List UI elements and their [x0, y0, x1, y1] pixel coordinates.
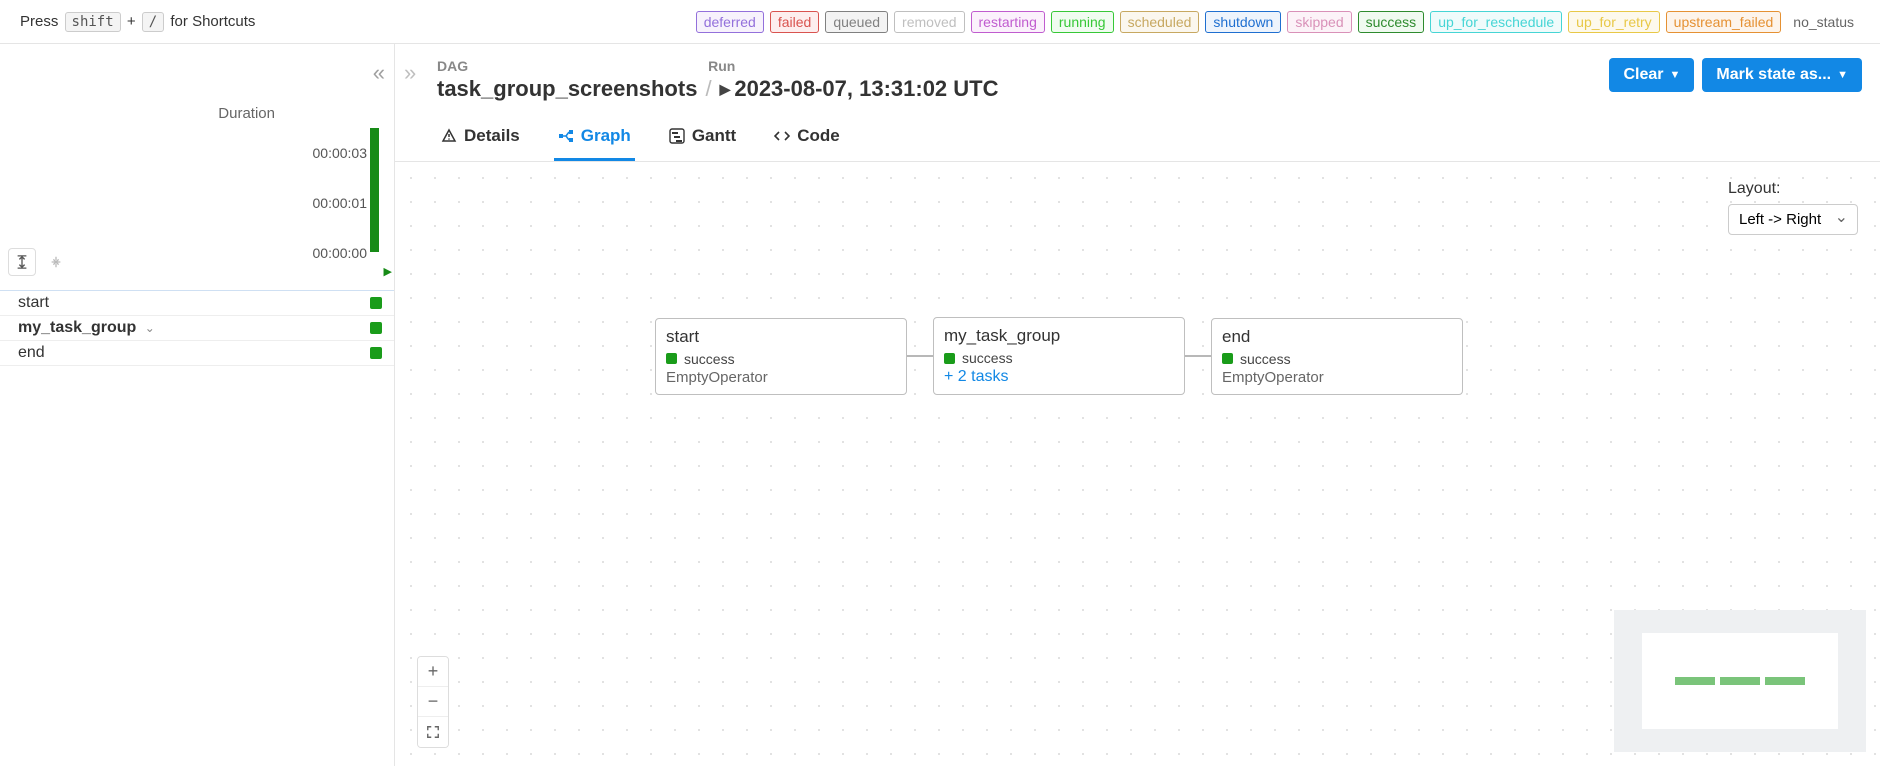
run-caret-icon[interactable]: ▶: [384, 265, 392, 278]
task-name: start: [18, 294, 49, 312]
node-title: start: [666, 327, 896, 347]
run-time[interactable]: 2023-08-07, 13:31:02 UTC: [734, 76, 998, 102]
tab-label: Details: [464, 126, 520, 146]
tab-label: Gantt: [692, 126, 736, 146]
legend-running[interactable]: running: [1051, 11, 1114, 33]
legend-no-status: no_status: [1787, 12, 1860, 32]
status-square-icon: [370, 347, 382, 359]
for-shortcuts-text: for Shortcuts: [170, 13, 255, 30]
view-tabs: Details Graph Gantt Code: [395, 102, 1880, 162]
caret-down-icon: ▼: [1837, 69, 1848, 81]
task-row-end[interactable]: end: [0, 341, 394, 366]
tick-2: 00:00:00: [313, 245, 368, 261]
node-status: success: [1240, 351, 1291, 367]
fullscreen-icon: [426, 725, 440, 739]
warning-triangle-icon: [441, 128, 457, 144]
expand-height-button[interactable]: [8, 248, 36, 276]
node-status: success: [962, 350, 1013, 366]
tab-details[interactable]: Details: [437, 120, 524, 161]
node-title: end: [1222, 327, 1452, 347]
zoom-out-button[interactable]: −: [418, 687, 448, 717]
breadcrumb-sep: /: [705, 76, 711, 102]
gantt-icon: [669, 128, 685, 144]
status-square-icon: [944, 353, 955, 364]
tick-0: 00:00:03: [313, 145, 368, 161]
dag-name[interactable]: task_group_screenshots: [437, 76, 697, 102]
task-name: end: [18, 344, 45, 362]
tab-graph[interactable]: Graph: [554, 120, 635, 161]
fit-screen-button[interactable]: [418, 717, 448, 747]
chevron-down-icon: ⌄: [145, 321, 155, 335]
clear-label: Clear: [1623, 66, 1663, 84]
duration-title: Duration: [0, 105, 379, 122]
zoom-controls: + −: [417, 656, 449, 748]
legend-restarting[interactable]: restarting: [971, 11, 1045, 33]
node-end[interactable]: end success EmptyOperator: [1211, 318, 1463, 395]
duration-bar[interactable]: [370, 128, 379, 252]
node-my-task-group[interactable]: my_task_group success + 2 tasks: [933, 317, 1185, 395]
status-square-icon: [370, 297, 382, 309]
kbd-shift: shift: [65, 12, 121, 32]
task-row-start[interactable]: start: [0, 291, 394, 316]
mark-state-button[interactable]: Mark state as... ▼: [1702, 58, 1862, 92]
expand-height-icon: [15, 255, 29, 269]
collapse-left-icon[interactable]: «: [373, 60, 385, 86]
tick-1: 00:00:01: [313, 195, 368, 211]
play-icon: ▶: [720, 81, 731, 98]
minimap-node: [1675, 677, 1715, 685]
tab-label: Graph: [581, 126, 631, 146]
legend-failed[interactable]: failed: [770, 11, 819, 33]
dag-suplabel: DAG: [437, 58, 468, 74]
legend-up_for_reschedule[interactable]: up_for_reschedule: [1430, 11, 1562, 33]
breadcrumb: DAG Run task_group_screenshots / ▶ 2023-…: [437, 58, 999, 102]
code-icon: [774, 128, 790, 144]
graph-canvas[interactable]: Layout: Left -> Right start success Empt…: [395, 162, 1880, 766]
tab-gantt[interactable]: Gantt: [665, 120, 740, 161]
task-row-my-task-group[interactable]: my_task_group ⌄: [0, 316, 394, 341]
node-title: my_task_group: [944, 326, 1174, 346]
node-expand-link[interactable]: + 2 tasks: [944, 368, 1174, 386]
run-suplabel: Run: [708, 58, 735, 74]
legend-skipped[interactable]: skipped: [1287, 11, 1351, 33]
node-status: success: [684, 351, 735, 367]
status-square-icon: [666, 353, 677, 364]
graph-edge: [907, 355, 933, 357]
zoom-in-button[interactable]: +: [418, 657, 448, 687]
legend-scheduled[interactable]: scheduled: [1120, 11, 1200, 33]
clear-button[interactable]: Clear ▼: [1609, 58, 1694, 92]
graph-edge: [1185, 355, 1211, 357]
status-square-icon: [370, 322, 382, 334]
legend-up_for_retry[interactable]: up_for_retry: [1568, 11, 1659, 33]
task-list: start my_task_group ⌄ end: [0, 290, 394, 366]
legend-upstream_failed[interactable]: upstream_failed: [1666, 11, 1782, 33]
expand-left-icon[interactable]: »: [404, 60, 416, 86]
legend-removed[interactable]: removed: [894, 11, 964, 33]
layout-select[interactable]: Left -> Right: [1728, 204, 1858, 235]
node-operator: EmptyOperator: [1222, 369, 1452, 386]
layout-label: Layout:: [1728, 180, 1780, 198]
status-square-icon: [1222, 353, 1233, 364]
task-name: my_task_group: [18, 319, 136, 336]
legend-success[interactable]: success: [1358, 11, 1425, 33]
state-legend: deferred failed queued removed restarting run…: [696, 11, 1860, 33]
collapse-height-icon: [49, 255, 63, 269]
plus-text: +: [127, 13, 136, 30]
minimap-node: [1765, 677, 1805, 685]
minimap[interactable]: [1614, 610, 1866, 752]
press-text: Press: [20, 13, 58, 30]
collapse-height-button[interactable]: [42, 248, 70, 276]
mark-label: Mark state as...: [1716, 66, 1831, 84]
legend-deferred[interactable]: deferred: [696, 11, 764, 33]
node-operator: EmptyOperator: [666, 369, 896, 386]
legend-queued[interactable]: queued: [825, 11, 888, 33]
shortcuts-hint: Press shift + / for Shortcuts: [20, 12, 255, 32]
legend-shutdown[interactable]: shutdown: [1205, 11, 1281, 33]
minimap-node: [1720, 677, 1760, 685]
caret-down-icon: ▼: [1669, 69, 1680, 81]
tab-code[interactable]: Code: [770, 120, 844, 161]
node-start[interactable]: start success EmptyOperator: [655, 318, 907, 395]
tab-label: Code: [797, 126, 840, 146]
kbd-slash: /: [142, 12, 164, 32]
graph-icon: [558, 128, 574, 144]
